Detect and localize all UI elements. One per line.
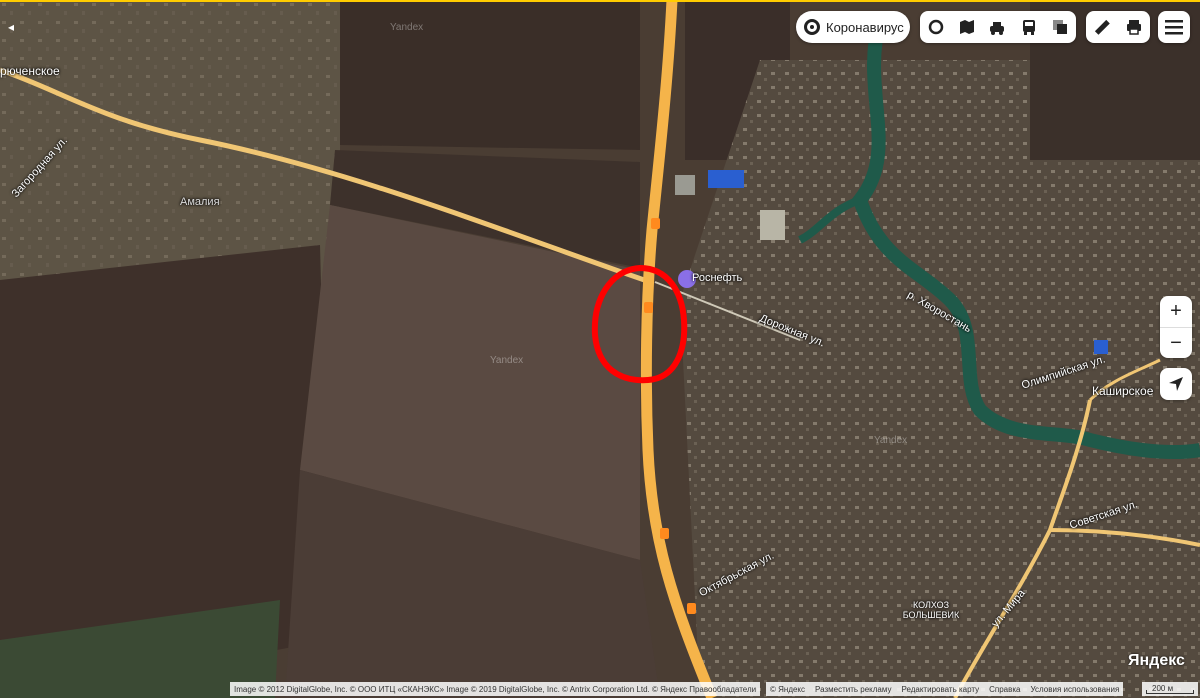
watermark: Yandex bbox=[874, 435, 908, 446]
target-icon bbox=[804, 19, 820, 35]
attribution: Image © 2012 DigitalGlobe, Inc. © ООО ИТ… bbox=[230, 682, 761, 696]
fuel-marker bbox=[651, 218, 660, 229]
layer-controls bbox=[920, 11, 1076, 43]
building-blue bbox=[708, 170, 744, 188]
zoom-control: + − bbox=[1160, 296, 1192, 358]
ruler-icon[interactable] bbox=[1086, 11, 1118, 43]
zoom-in-button[interactable]: + bbox=[1160, 296, 1192, 328]
footer-link-edit-map[interactable]: Редактировать карту bbox=[901, 685, 979, 694]
coronavirus-button[interactable]: Коронавирус bbox=[796, 11, 910, 43]
yandex-logo[interactable]: Яндекс bbox=[1128, 652, 1185, 670]
footer-link-ads[interactable]: Разместить рекламу bbox=[815, 685, 891, 694]
geolocation-button[interactable] bbox=[1160, 368, 1192, 400]
watermark: Yandex bbox=[390, 22, 424, 33]
footer-links: © Яндекс Разместить рекламу Редактироват… bbox=[766, 682, 1124, 696]
watermark: Yandex bbox=[490, 355, 524, 366]
transit-icon[interactable] bbox=[1014, 11, 1045, 43]
label-amaliya: Амалия bbox=[180, 196, 220, 208]
label-town: Каширское bbox=[1092, 384, 1154, 398]
top-accent-line bbox=[0, 0, 1200, 2]
footer-link-terms[interactable]: Условия использования bbox=[1031, 685, 1120, 694]
hamburger-menu-icon bbox=[1165, 20, 1183, 35]
label-rosneft[interactable]: Роснефть bbox=[692, 272, 742, 284]
footer-link-yandex[interactable]: © Яндекс bbox=[770, 685, 805, 694]
traffic-icon[interactable] bbox=[982, 11, 1013, 43]
menu-button[interactable] bbox=[1158, 11, 1190, 43]
fuel-marker bbox=[660, 528, 669, 539]
circle-layer-icon[interactable] bbox=[920, 11, 951, 43]
fuel-marker bbox=[687, 603, 696, 614]
zoom-out-button[interactable]: − bbox=[1160, 328, 1192, 359]
chevron-left-icon[interactable]: ◂ bbox=[8, 20, 14, 34]
location-arrow-icon bbox=[1169, 377, 1183, 391]
field-top-center bbox=[340, 0, 640, 150]
scale-bar: 200 м bbox=[1142, 682, 1198, 696]
layers-icon[interactable] bbox=[1045, 11, 1076, 43]
coronavirus-label: Коронавирус bbox=[826, 19, 904, 35]
fuel-marker bbox=[644, 302, 653, 313]
label-kolkhoz: КОЛХОЗ БОЛЬШЕВИК bbox=[902, 600, 960, 620]
footer-link-help[interactable]: Справка bbox=[989, 685, 1020, 694]
panorama-icon[interactable] bbox=[951, 11, 982, 43]
print-icon[interactable] bbox=[1118, 11, 1150, 43]
tool-controls bbox=[1086, 11, 1150, 43]
label-village-left: рюченское bbox=[0, 64, 60, 78]
